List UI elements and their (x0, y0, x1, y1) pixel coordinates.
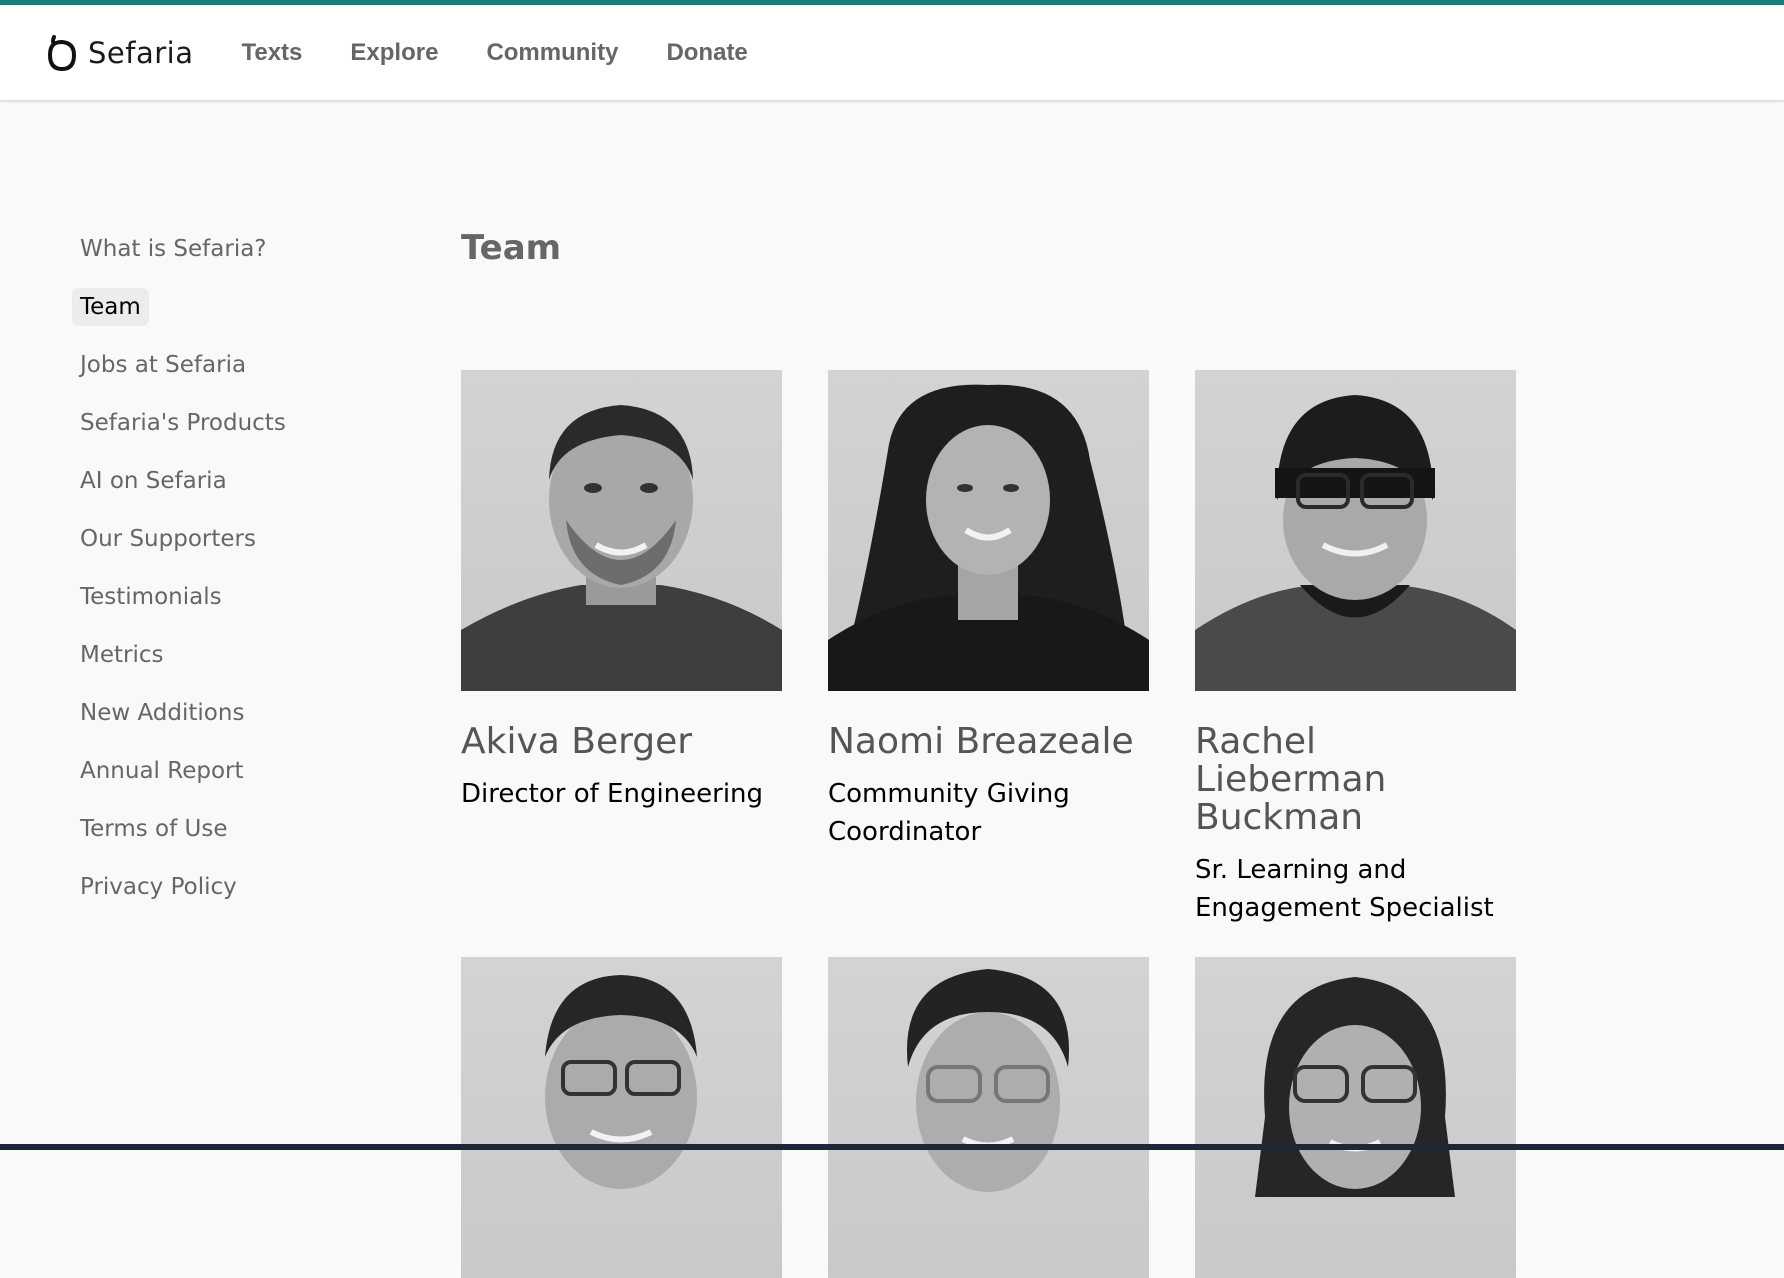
team-member-name: Akiva Berger (461, 721, 693, 762)
nav-community[interactable]: Community (486, 39, 618, 67)
nav-texts[interactable]: Texts (241, 39, 302, 67)
team-member-card (828, 957, 1149, 1278)
nav-donate[interactable]: Donate (666, 39, 747, 67)
sidebar-item-terms[interactable]: Terms of Use (72, 810, 236, 848)
page-title: Team (461, 228, 562, 268)
sidebar-item-team[interactable]: Team (72, 288, 149, 326)
sidebar-item-supporters[interactable]: Our Supporters (72, 520, 264, 558)
sidebar-item-jobs[interactable]: Jobs at Sefaria (72, 346, 254, 384)
team-member-role: Community Giving Coordinator (828, 779, 1070, 847)
team-member-name: Naomi Breazeale (828, 721, 1134, 762)
main-nav: Texts Explore Community Donate (241, 39, 795, 67)
logo-text: Sefaria (88, 35, 194, 70)
team-member-photo (828, 370, 1149, 691)
sidebar-item-what-is-sefaria[interactable]: What is Sefaria? (72, 230, 275, 268)
team-member-photo (461, 370, 782, 691)
about-sidebar: What is Sefaria? Team Jobs at Sefaria Se… (72, 230, 372, 926)
team-member-photo (828, 957, 1149, 1278)
team-member-role: Director of Engineering (461, 779, 764, 809)
sidebar-item-new-additions[interactable]: New Additions (72, 694, 252, 732)
sidebar-item-annual-report[interactable]: Annual Report (72, 752, 252, 790)
sidebar-item-metrics[interactable]: Metrics (72, 636, 172, 674)
nav-explore[interactable]: Explore (350, 39, 438, 67)
team-member-photo (1195, 957, 1516, 1278)
team-member-card: Naomi Breazeale Community Giving Coordin… (828, 370, 1149, 851)
sefaria-logo-icon (48, 34, 76, 71)
footer-bar (0, 1144, 1784, 1150)
team-member-photo (461, 957, 782, 1278)
team-member-card: Rachel Lieberman Buckman Sr. Learning an… (1195, 370, 1516, 927)
sidebar-item-privacy[interactable]: Privacy Policy (72, 868, 245, 906)
sidebar-item-ai[interactable]: AI on Sefaria (72, 462, 235, 500)
logo[interactable]: Sefaria (48, 34, 193, 72)
team-member-photo (1195, 370, 1516, 691)
site-header: Sefaria Texts Explore Community Donate (0, 5, 1784, 100)
sidebar-item-testimonials[interactable]: Testimonials (72, 578, 230, 616)
team-member-role: Sr. Learning and Engagement Specialist (1195, 855, 1494, 923)
team-member-card: Akiva Berger Director of Engineering (461, 370, 782, 813)
team-member-card (1195, 957, 1516, 1278)
team-member-name: Rachel Lieberman Buckman (1195, 721, 1387, 838)
team-member-card (461, 957, 782, 1278)
sidebar-item-products[interactable]: Sefaria's Products (72, 404, 294, 442)
